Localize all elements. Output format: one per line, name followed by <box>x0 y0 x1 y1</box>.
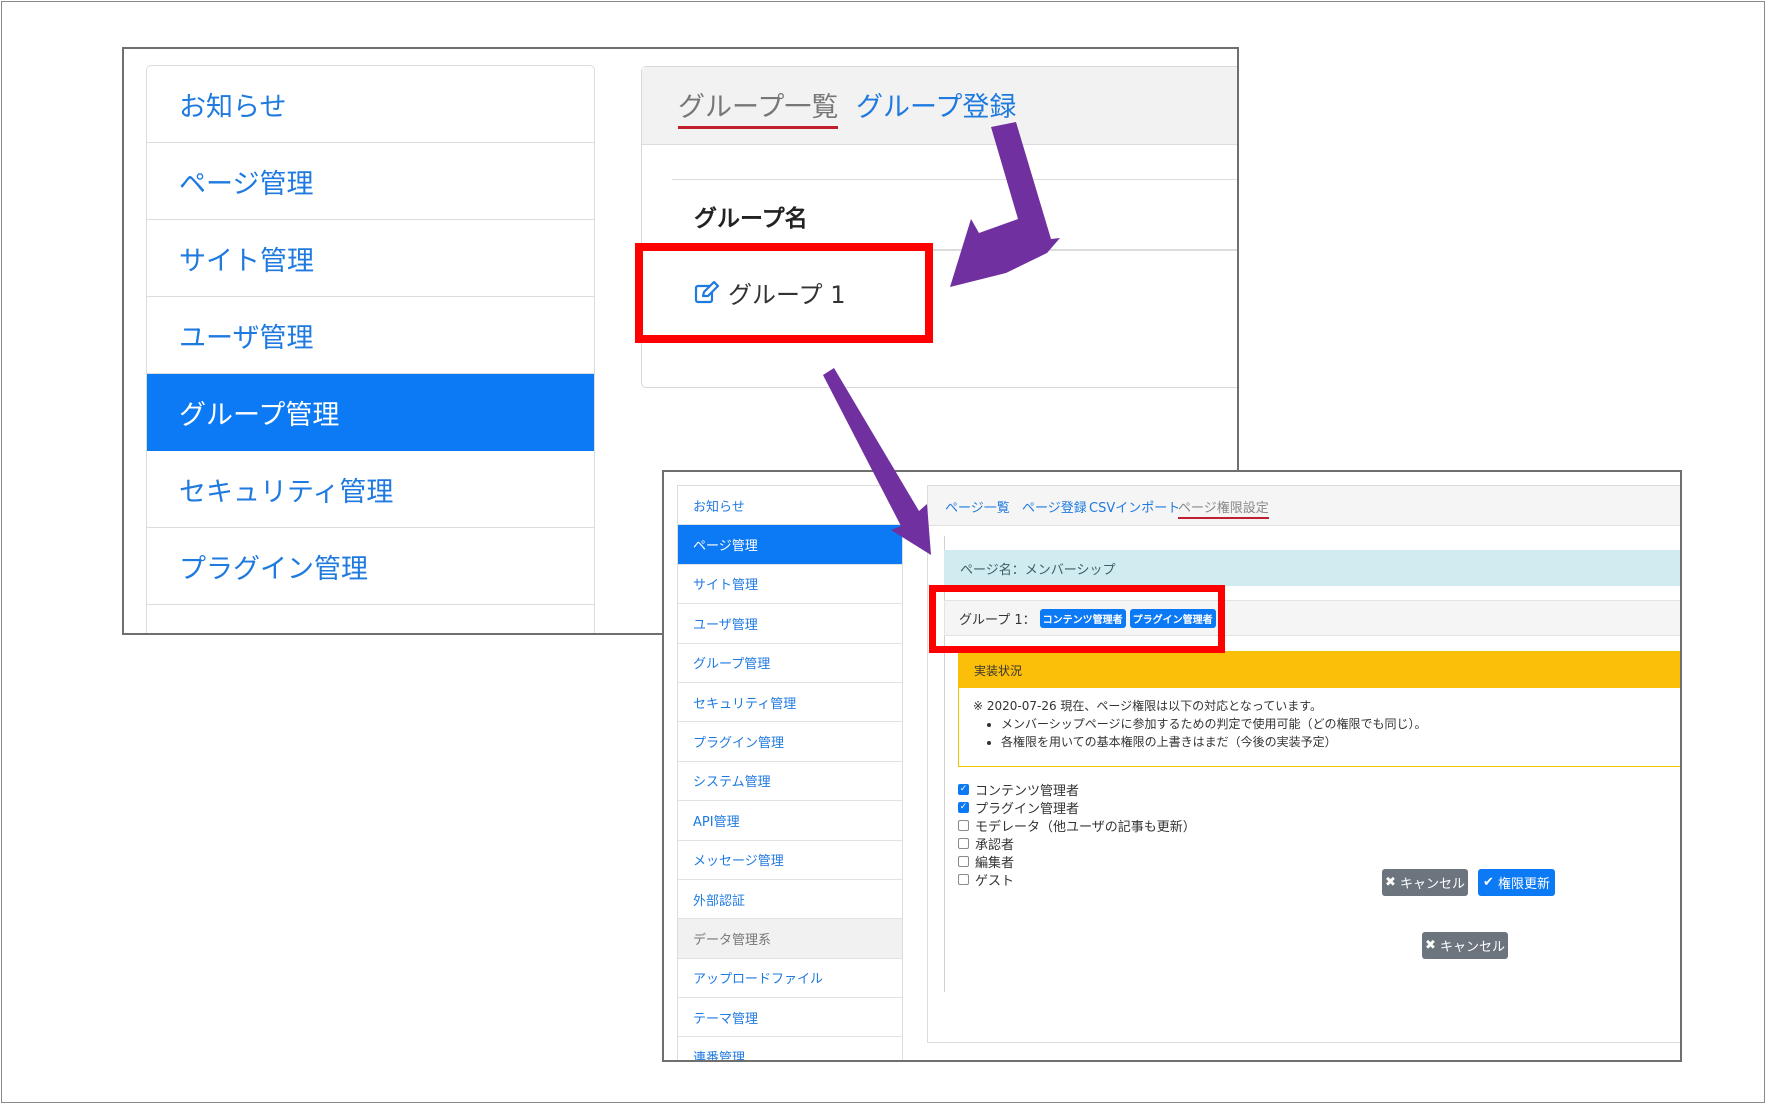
arrow-to-permission-page-icon <box>823 368 931 555</box>
arrow-overlay <box>823 122 1060 555</box>
arrow-to-group-row-icon <box>950 122 1060 287</box>
